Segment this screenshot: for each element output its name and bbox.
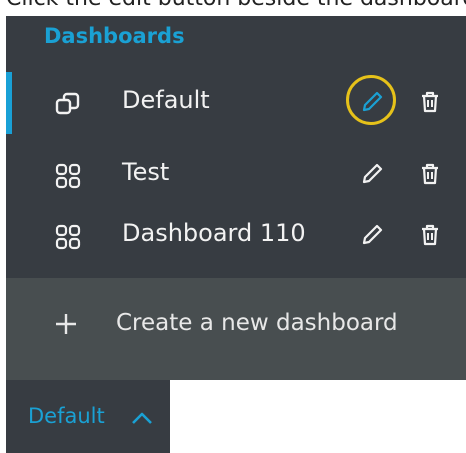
section-title: Dashboards: [44, 24, 185, 48]
current-dashboard-toggle[interactable]: Default: [6, 380, 170, 453]
dashboard-item-label: Dashboard 110: [122, 219, 306, 247]
trash-icon[interactable]: [418, 223, 442, 247]
grid-icon: [55, 163, 81, 189]
chevron-up-icon: [132, 412, 152, 424]
edit-pencil-icon[interactable]: [360, 162, 384, 186]
dashboard-item-dashboard-110[interactable]: Dashboard 110: [6, 205, 466, 267]
dashboards-panel: Dashboards Default Test Dashboard 110 Cr…: [6, 16, 466, 380]
edit-pencil-icon[interactable]: [360, 90, 384, 114]
grid-icon: [55, 224, 81, 250]
dashboard-item-label: Default: [122, 86, 210, 114]
edit-pencil-icon[interactable]: [360, 223, 384, 247]
trash-icon[interactable]: [418, 90, 442, 114]
create-dashboard-label: Create a new dashboard: [116, 310, 398, 336]
plus-icon: [56, 314, 76, 334]
current-dashboard-label: Default: [28, 404, 105, 428]
copy-icon: [55, 92, 80, 115]
instruction-caption: Click the edit button beside the dashboa…: [6, 0, 466, 16]
create-dashboard-button[interactable]: Create a new dashboard: [6, 278, 466, 380]
trash-icon[interactable]: [418, 162, 442, 186]
dashboard-item-label: Test: [122, 158, 170, 186]
dashboard-item-test[interactable]: Test: [6, 144, 466, 206]
dashboard-item-default[interactable]: Default: [6, 72, 466, 134]
